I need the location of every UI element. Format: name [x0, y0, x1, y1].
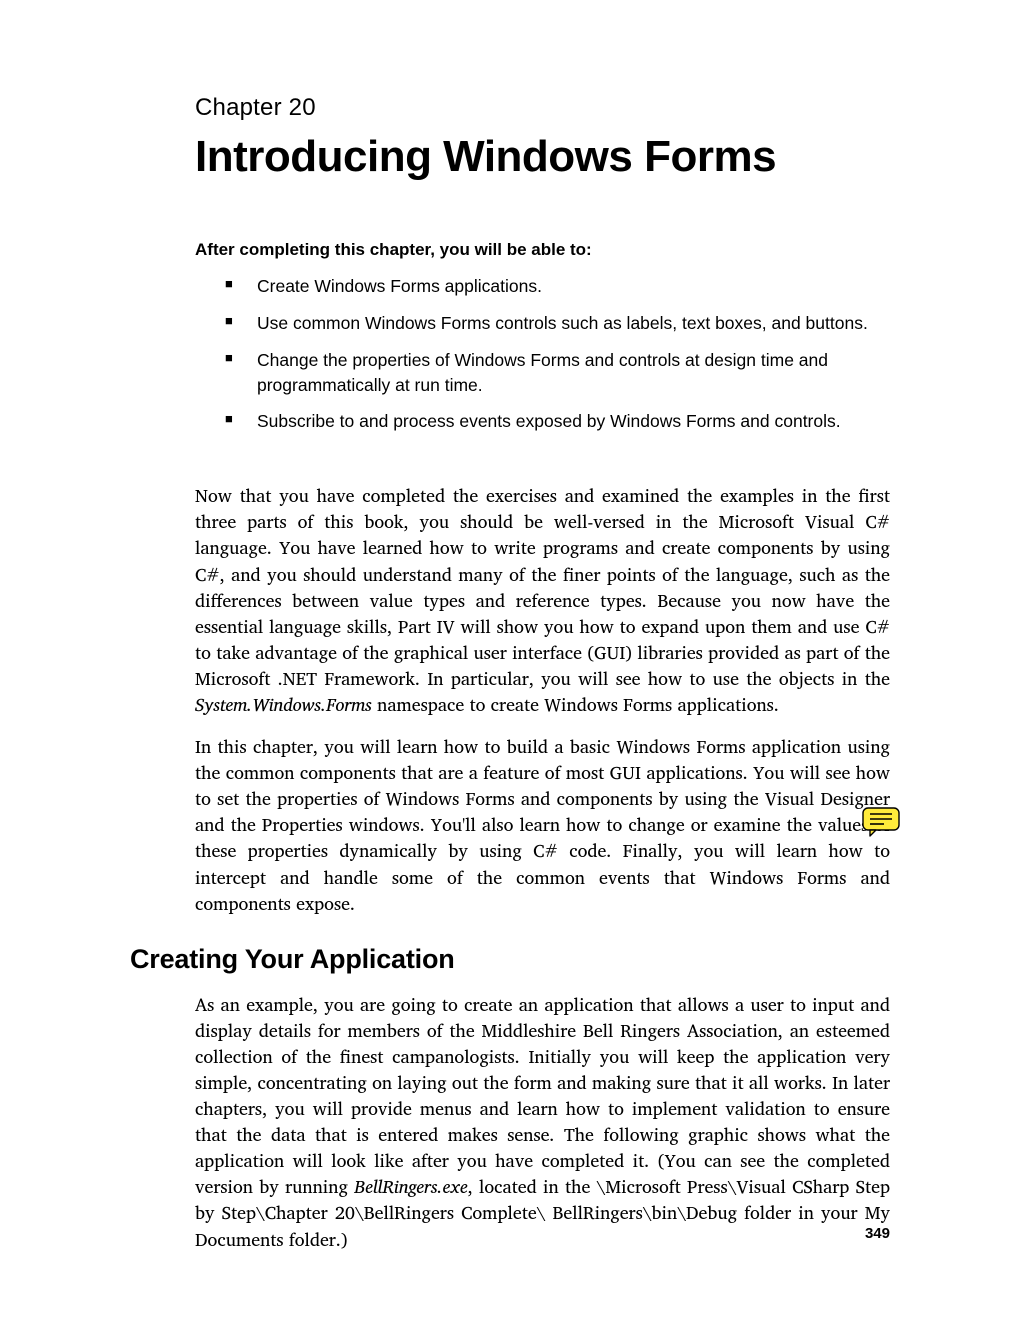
para1-italic: System.Windows.Forms — [195, 689, 372, 719]
para1-text-post: namespace to create Windows Forms applic… — [372, 689, 779, 719]
objectives-list: Create Windows Forms applications. Use c… — [225, 274, 890, 434]
objectives-intro: After completing this chapter, you will … — [195, 240, 890, 260]
intro-paragraph-1: Now that you have completed the exercise… — [195, 482, 890, 717]
chapter-title: Introducing Windows Forms — [195, 132, 890, 182]
para3-text-pre: As an example, you are going to create a… — [195, 989, 890, 1202]
para1-text-pre: Now that you have completed the exercise… — [195, 480, 890, 693]
note-icon — [862, 807, 900, 837]
page-number: 349 — [865, 1225, 890, 1242]
objective-item: Create Windows Forms applications. — [225, 274, 890, 299]
page-container: Chapter 20 Introducing Windows Forms Aft… — [0, 0, 1020, 1328]
objective-item: Subscribe to and process events exposed … — [225, 409, 890, 434]
intro-paragraph-2: In this chapter, you will learn how to b… — [195, 733, 890, 916]
section-heading: Creating Your Application — [130, 944, 890, 975]
section-paragraph-1: As an example, you are going to create a… — [195, 991, 890, 1252]
objective-item: Use common Windows Forms controls such a… — [225, 311, 890, 336]
objective-item: Change the properties of Windows Forms a… — [225, 348, 890, 398]
chapter-label: Chapter 20 — [195, 94, 890, 122]
